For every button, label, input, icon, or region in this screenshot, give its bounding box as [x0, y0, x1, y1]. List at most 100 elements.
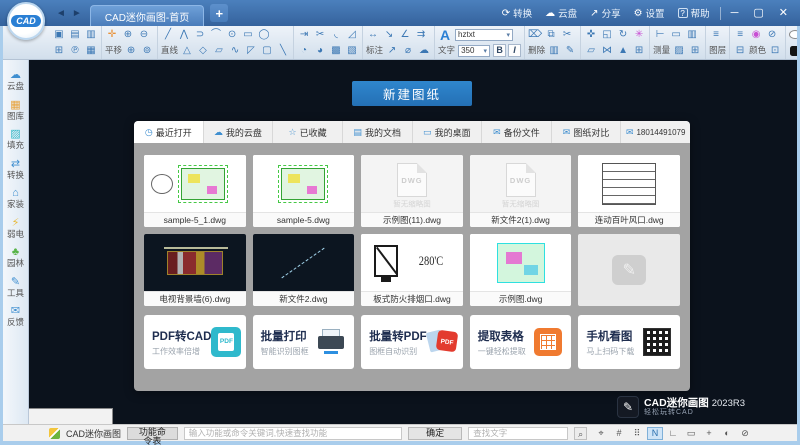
sidebar-item-convert[interactable]: ⇄ 转换 [7, 159, 24, 180]
home-tab[interactable]: CAD迷你画图-首页 [90, 5, 204, 26]
hatch-icon[interactable]: ▩ [328, 43, 344, 58]
match-props-icon[interactable]: ⊡ [767, 43, 783, 58]
scissors-icon[interactable]: ✂ [559, 27, 575, 42]
layer-label[interactable]: 图层 [708, 43, 727, 58]
promo-extract-table[interactable]: 提取表格 一键轻松提取 [470, 315, 572, 369]
object-snap-icon[interactable]: ⌖ [593, 427, 609, 440]
maximize-button[interactable]: ▢ [753, 8, 763, 19]
dimension-label[interactable]: 标注 [365, 43, 384, 58]
cut-icon[interactable]: ✂ [312, 27, 328, 42]
file-new-file-2[interactable]: DWG 暂无缩略图 280'C ✎ [253, 234, 355, 306]
file-fire-damper[interactable]: DWG 暂无缩略图 280'C ✎ [361, 234, 463, 306]
ray-icon[interactable]: ╲ [275, 43, 291, 58]
table-icon[interactable]: ⊞ [687, 43, 703, 58]
measure-area-icon[interactable]: ▭ [668, 27, 684, 42]
line-icon[interactable]: ╱ [160, 27, 176, 42]
measure-entity-icon[interactable]: ▥ [684, 27, 700, 42]
sidebar-item-feedback[interactable]: ✉ 反馈 [7, 306, 24, 327]
measure-image-icon[interactable]: ▨ [671, 43, 687, 58]
multiline-icon[interactable]: ≡ [732, 27, 748, 42]
command-list-button[interactable]: 功能命令表 [127, 427, 178, 440]
trim-icon[interactable]: ⇥ [296, 27, 312, 42]
save-as-icon[interactable]: ▥ [83, 27, 99, 42]
pan-hand-icon[interactable]: ✛ [104, 27, 120, 42]
measure-label[interactable]: 测量 [652, 43, 671, 58]
zoom-window-icon[interactable]: ⊕ [120, 27, 136, 42]
scale-icon[interactable]: ◱ [599, 27, 615, 42]
fillet-icon[interactable]: ◟ [328, 27, 344, 42]
offset-icon[interactable]: ▱ [583, 43, 599, 58]
tab-favorites[interactable]: ☆ 已收藏 [273, 121, 343, 143]
leader-icon[interactable]: ↗ [384, 43, 400, 58]
text-label[interactable]: 文字 [437, 43, 456, 58]
bg-color-icon[interactable]: ◐ [719, 427, 735, 440]
font-select[interactable]: hztxt [455, 29, 513, 41]
grid-icon[interactable]: # [611, 427, 627, 440]
crosshair-icon[interactable]: + [701, 427, 717, 440]
chamfer-icon[interactable]: ◿ [344, 27, 360, 42]
tab-drawing-compare[interactable]: ✉ 图纸对比 [552, 121, 622, 143]
linetype-icon[interactable]: ⊟ [732, 43, 748, 58]
tab-my-cloud[interactable]: ☁ 我的云盘 [204, 121, 274, 143]
file-sample-5[interactable]: DWG 暂无缩略图 280'C ✎ [253, 155, 355, 227]
full-screen-icon[interactable]: ▭ [683, 427, 699, 440]
menu-convert[interactable]: ⟳ 转换 [502, 6, 532, 20]
trapezoid-icon[interactable]: ◸ [243, 43, 259, 58]
promo-pdf-to-cad[interactable]: PDF转CAD 工作效率倍增 PDF [144, 315, 246, 369]
bold-button[interactable]: B [493, 44, 506, 57]
file-sample-5-1[interactable]: DWG 暂无缩略图 280'C ✎ [144, 155, 246, 227]
sidebar-item-cloud[interactable]: ☁ 云盘 [7, 70, 24, 91]
polyline-icon[interactable]: ⋀ [176, 27, 192, 42]
tab-my-documents[interactable]: ▤ 我的文档 [343, 121, 413, 143]
sheet-tab[interactable] [29, 408, 113, 424]
arc-icon[interactable]: ⌒ [208, 27, 224, 42]
swatch-black[interactable] [788, 43, 797, 58]
file-tv-wall-6[interactable]: DWG 暂无缩略图 280'C ✎ [144, 234, 246, 306]
parallelogram-icon[interactable]: ▱ [211, 43, 227, 58]
pline-icon[interactable]: ⊃ [192, 27, 208, 42]
color-wheel-icon[interactable]: ◉ [748, 27, 764, 42]
spline-icon[interactable]: ∿ [227, 43, 243, 58]
close-button[interactable]: ✕ [779, 8, 788, 19]
triangle-icon[interactable]: △ [179, 43, 195, 58]
rotate-icon[interactable]: ↻ [615, 27, 631, 42]
search-icon[interactable]: ⌕ [574, 427, 587, 440]
menu-settings[interactable]: ⚙ 设置 [634, 6, 665, 20]
image-export-icon[interactable]: ▦ [83, 43, 99, 58]
minimize-button[interactable]: ─ [731, 8, 739, 19]
north-icon[interactable]: N [647, 427, 663, 440]
array-icon[interactable]: ⊞ [631, 43, 647, 58]
back-icon[interactable]: ◄ [56, 8, 66, 19]
line-label[interactable]: 直线 [160, 43, 179, 58]
sidebar-item-tools[interactable]: ✎ 工具 [7, 277, 24, 298]
polygon-icon[interactable]: ◇ [195, 43, 211, 58]
circle-icon[interactable]: ⊙ [224, 27, 240, 42]
color-label[interactable]: 颜色 [748, 43, 767, 58]
explode-icon[interactable]: ✳ [631, 27, 647, 42]
move-icon[interactable]: ✜ [583, 27, 599, 42]
menu-cloud[interactable]: ☁ 云盘 [545, 6, 577, 20]
dim-linear-icon[interactable]: ↔ [365, 27, 381, 42]
dim-diameter-icon[interactable]: ⌀ [400, 43, 416, 58]
dot-grid-icon[interactable]: ⠿ [629, 427, 645, 440]
pan-label[interactable]: 平移 [104, 43, 123, 58]
rectangle-icon[interactable]: ▭ [240, 27, 256, 42]
forward-icon[interactable]: ► [72, 8, 82, 19]
sidebar-item-garden[interactable]: ♣ 园林 [7, 247, 24, 268]
menu-help[interactable]: ? 帮助 [678, 6, 710, 20]
paste-icon[interactable]: ▥ [546, 43, 562, 58]
file-example-11[interactable]: DWG 暂无缩略图 280'C ✎ [361, 155, 463, 227]
sidebar-item-home-deco[interactable]: ⌂ 家装 [7, 188, 24, 209]
insert-image-icon[interactable]: ▧ [344, 43, 360, 58]
zoom-extents-icon[interactable]: ⊚ [139, 43, 155, 58]
copy-icon[interactable]: ⧉ [543, 27, 559, 42]
file-new-file-2-1[interactable]: DWG 暂无缩略图 280'C ✎ [470, 155, 572, 227]
format-brush-icon[interactable]: ✎ [562, 43, 578, 58]
zoom-out-icon[interactable]: ⊖ [136, 27, 152, 42]
promo-batch-to-pdf[interactable]: 批量转PDF 图框自动识别 PDF [361, 315, 463, 369]
new-drawing-button[interactable]: 新建图纸 [352, 81, 472, 106]
sidebar-item-hatch[interactable]: ▨ 填充 [7, 129, 24, 150]
swatch-white[interactable] [788, 27, 797, 42]
italic-button[interactable]: I [508, 44, 521, 57]
mirror-icon[interactable]: ⋈ [599, 43, 615, 58]
